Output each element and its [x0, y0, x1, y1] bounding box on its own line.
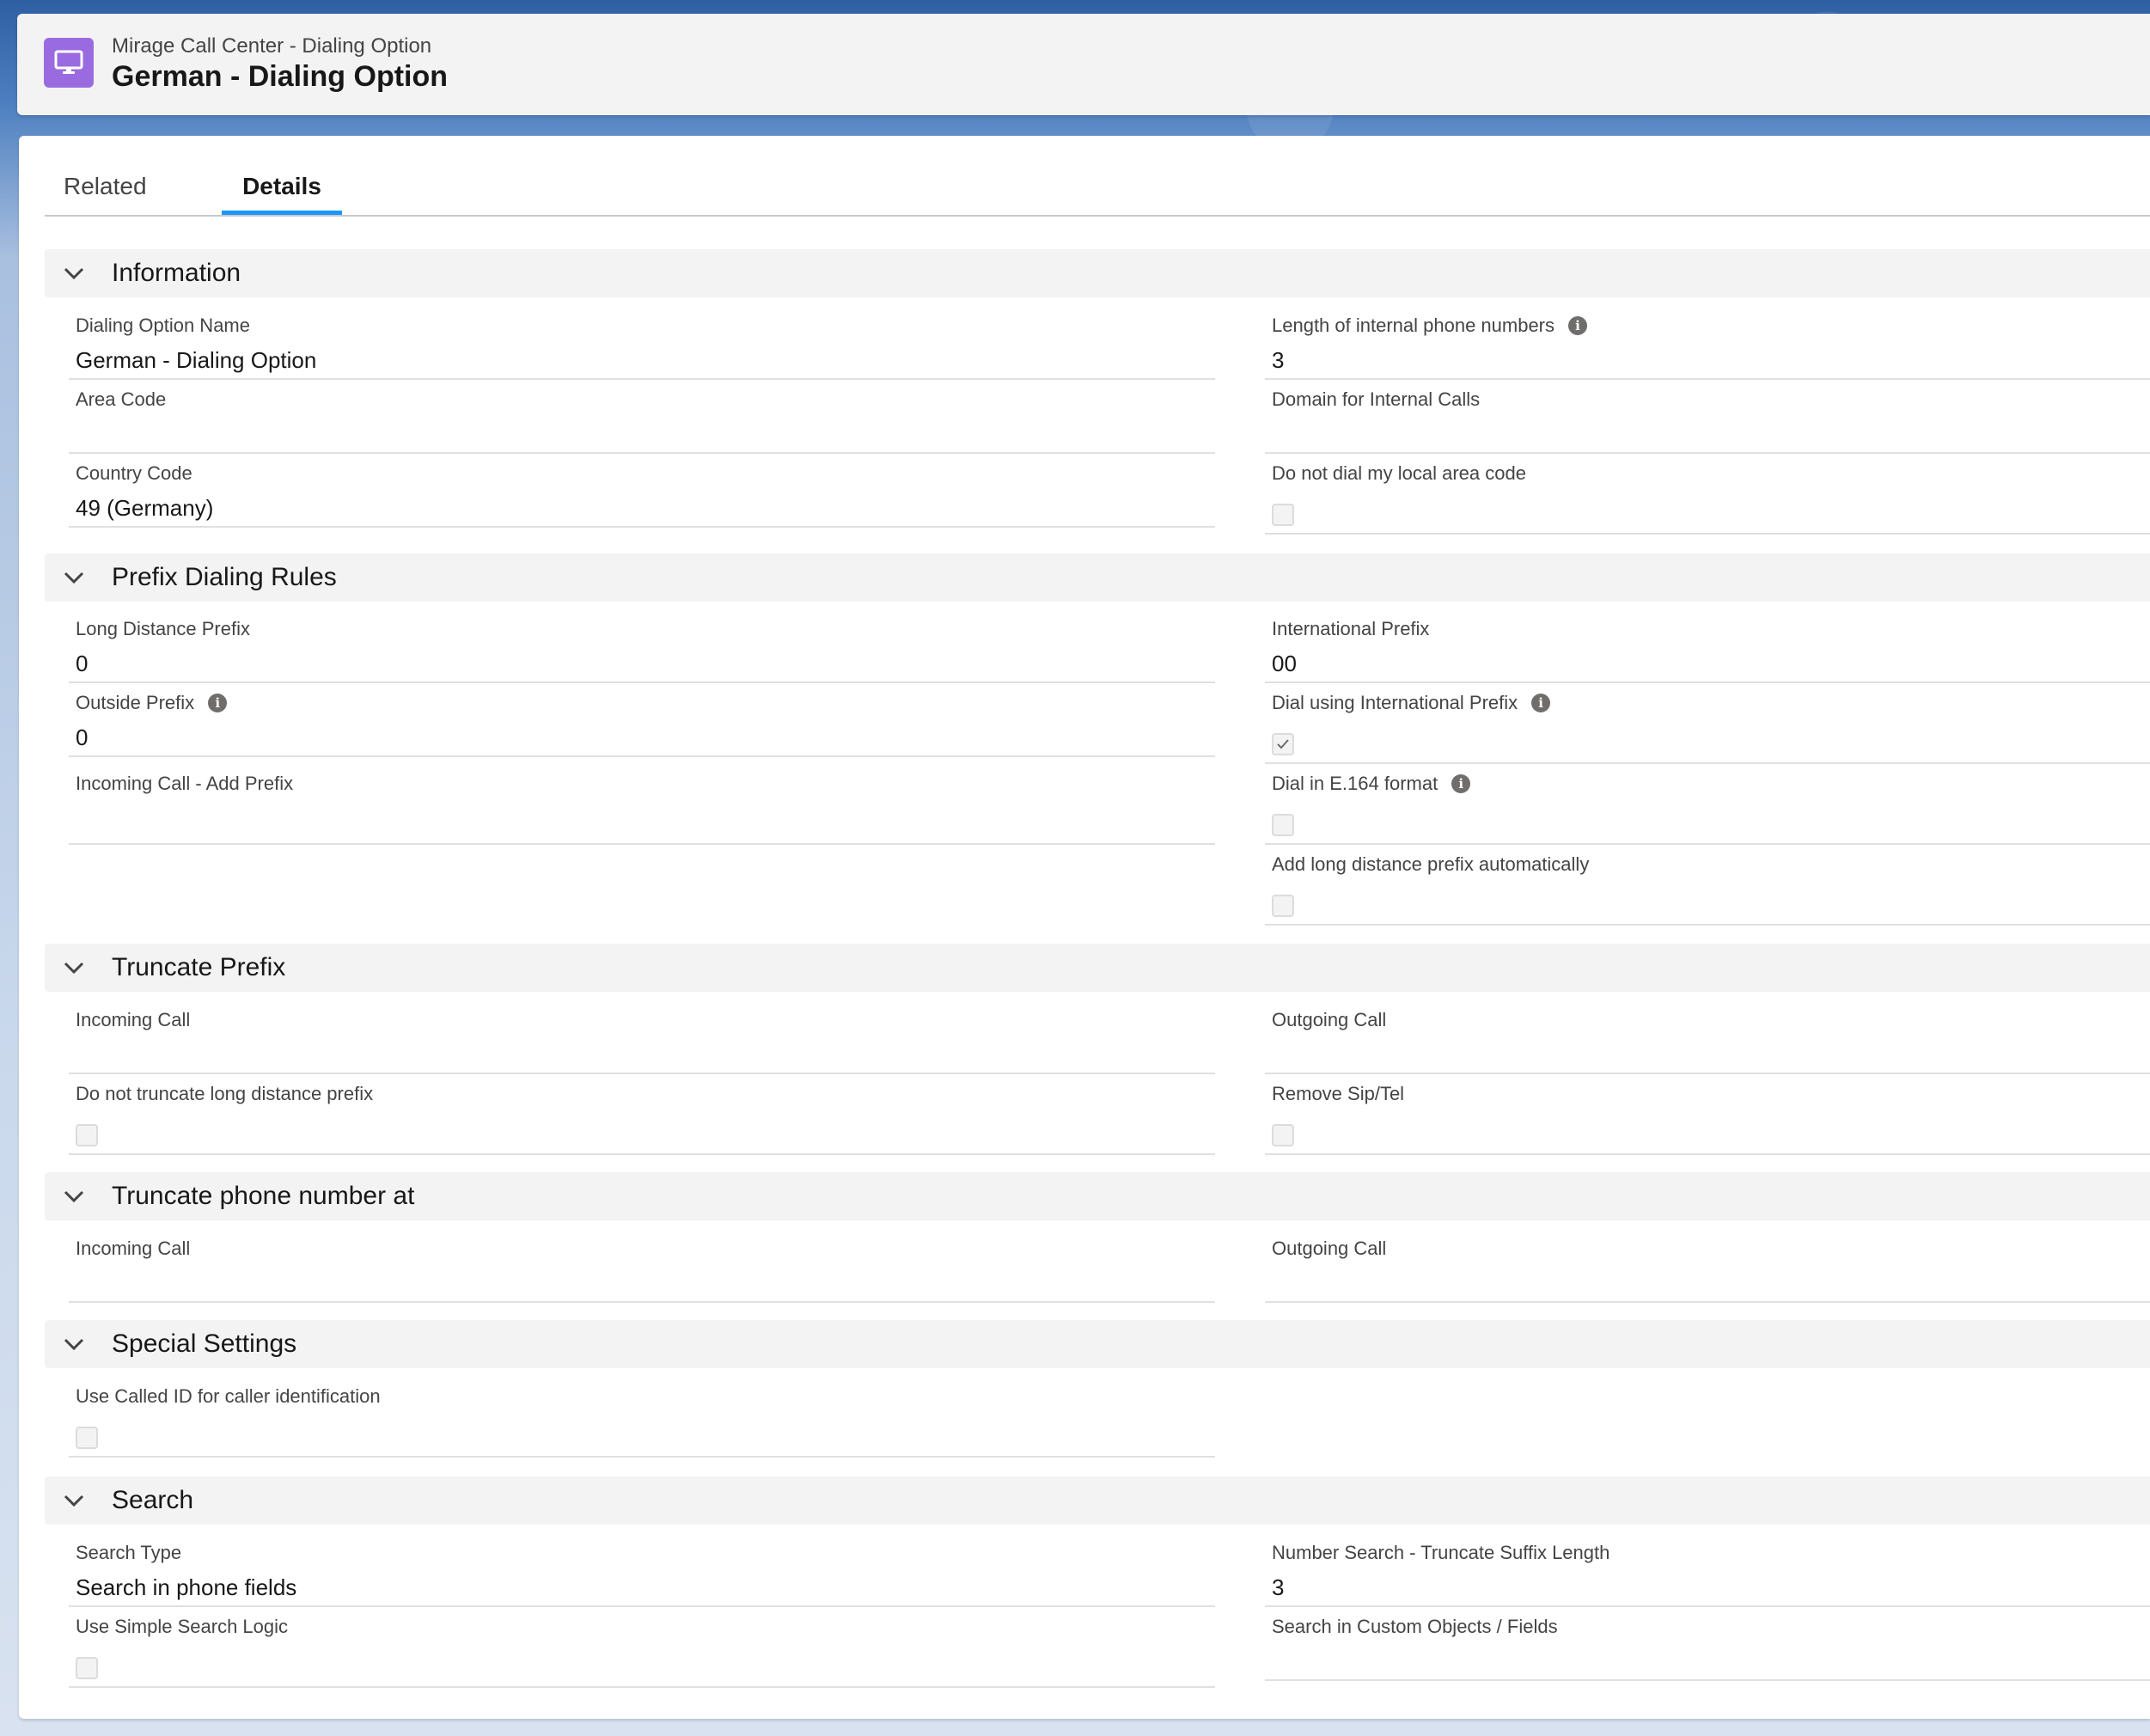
checkmark-icon: [1277, 739, 1289, 749]
checkbox: [1272, 504, 1294, 526]
tab-related[interactable]: Related: [64, 162, 147, 215]
chevron-down-icon: [64, 1338, 84, 1351]
chevron-down-icon: [64, 1495, 84, 1507]
field-label: Length of internal phone numbers: [1272, 315, 1555, 336]
field-use-called-id: Use Called ID for caller identification: [69, 1378, 1215, 1458]
checkbox: [1272, 814, 1294, 836]
field-value: 0: [76, 651, 89, 676]
field-value: 3: [1272, 1574, 1285, 1600]
field-use-simple-search-logic: Use Simple Search Logic: [69, 1609, 1215, 1688]
checkbox: [76, 1427, 98, 1449]
info-icon[interactable]: i: [1531, 694, 1551, 712]
field-domain-internal-calls: Domain for Internal Calls: [1265, 382, 2150, 454]
record-type-label: Mirage Call Center - Dialing Option: [112, 34, 432, 58]
field-value: German - Dialing Option: [76, 347, 317, 373]
field-value: 00: [1272, 651, 1297, 676]
field-label: Outgoing Call: [1272, 1238, 1387, 1259]
checkbox: [1272, 1124, 1294, 1146]
field-long-distance-prefix: Long Distance Prefix 0: [69, 611, 1215, 683]
field-search-type: Search Type Search in phone fields: [69, 1535, 1215, 1607]
field-no-truncate-long-distance: Do not truncate long distance prefix: [69, 1076, 1215, 1155]
chevron-down-icon: [64, 962, 84, 975]
field-length-internal-numbers: Length of internal phone numbers i 3: [1265, 308, 2150, 380]
section-title: Information: [112, 259, 241, 287]
field-label: Search in Custom Objects / Fields: [1272, 1616, 1558, 1637]
field-search-custom-objects: Search in Custom Objects / Fields: [1265, 1609, 2150, 1681]
chevron-down-icon: [64, 267, 84, 280]
field-dialing-option-name: Dialing Option Name German - Dialing Opt…: [69, 308, 1215, 380]
field-truncate-number-incoming: Incoming Call: [69, 1231, 1215, 1303]
field-outside-prefix: Outside Prefix i 0: [69, 685, 1215, 757]
field-add-long-distance-prefix: Add long distance prefix automatically: [1265, 847, 2150, 926]
section-title: Search: [112, 1486, 194, 1514]
field-label: International Prefix: [1272, 618, 1430, 639]
field-label: Incoming Call - Add Prefix: [76, 773, 294, 794]
field-remove-sip-tel: Remove Sip/Tel: [1265, 1076, 2150, 1155]
field-label: Use Called ID for caller identification: [76, 1385, 381, 1407]
field-label: Incoming Call: [76, 1238, 191, 1259]
field-label: Outgoing Call: [1272, 1009, 1387, 1030]
field-label: Long Distance Prefix: [76, 618, 250, 639]
info-icon[interactable]: i: [208, 694, 228, 712]
field-do-not-dial-local: Do not dial my local area code: [1265, 455, 2150, 535]
record-header: Mirage Call Center - Dialing Option Germ…: [17, 14, 2150, 115]
chevron-down-icon: [64, 1190, 84, 1203]
field-dial-international-prefix: Dial using International Prefix i: [1265, 685, 2150, 764]
field-value: 49 (Germany): [76, 495, 214, 521]
field-label: Dialing Option Name: [76, 315, 250, 336]
field-international-prefix: International Prefix 00: [1265, 611, 2150, 683]
section-prefix-dialing-rules[interactable]: Prefix Dialing Rules: [45, 553, 2150, 602]
field-area-code: Area Code: [69, 382, 1215, 454]
section-title: Special Settings: [112, 1330, 297, 1358]
field-label: Country Code: [76, 462, 192, 484]
field-label: Do not truncate long distance prefix: [76, 1083, 374, 1104]
field-label: Outside Prefix: [76, 692, 195, 713]
field-dial-e164: Dial in E.164 format i: [1265, 766, 2150, 845]
field-value: 0: [76, 724, 89, 750]
field-truncate-suffix-length: Number Search - Truncate Suffix Length 3: [1265, 1535, 2150, 1607]
tab-bar: Related Details: [45, 162, 2150, 217]
checkbox: [1272, 895, 1294, 917]
field-label: Dial in E.164 format: [1272, 773, 1438, 794]
field-label: Number Search - Truncate Suffix Length: [1272, 1542, 1610, 1563]
field-country-code: Country Code 49 (Germany): [69, 455, 1215, 528]
checkbox: [76, 1124, 98, 1146]
section-title: Truncate Prefix: [112, 953, 286, 981]
field-value: 3: [1272, 347, 1285, 373]
chevron-down-icon: [64, 572, 84, 584]
field-label: Dial using International Prefix: [1272, 692, 1518, 713]
field-label: Area Code: [76, 388, 167, 410]
field-truncate-number-outgoing: Outgoing Call: [1265, 1231, 2150, 1303]
section-truncate-phone-number[interactable]: Truncate phone number at: [45, 1172, 2150, 1220]
field-truncate-incoming-call: Incoming Call: [69, 1002, 1215, 1074]
field-truncate-outgoing-call: Outgoing Call: [1265, 1002, 2150, 1074]
section-title: Truncate phone number at: [112, 1182, 415, 1210]
field-value: Search in phone fields: [76, 1574, 297, 1600]
checkbox-checked: [1272, 733, 1294, 755]
monitor-icon: [44, 38, 94, 88]
field-label: Domain for Internal Calls: [1272, 388, 1481, 410]
field-label: Incoming Call: [76, 1009, 191, 1030]
section-information[interactable]: Information: [45, 249, 2150, 297]
info-icon[interactable]: i: [1568, 316, 1588, 335]
section-truncate-prefix[interactable]: Truncate Prefix: [45, 944, 2150, 992]
tab-details[interactable]: Details: [222, 162, 342, 215]
field-label: Remove Sip/Tel: [1272, 1083, 1405, 1104]
field-label: Search Type: [76, 1542, 182, 1563]
section-title: Prefix Dialing Rules: [112, 563, 337, 591]
info-icon[interactable]: i: [1451, 774, 1471, 793]
section-special-settings[interactable]: Special Settings: [45, 1320, 2150, 1368]
checkbox: [76, 1657, 98, 1679]
field-incoming-call-add-prefix: Incoming Call - Add Prefix: [69, 766, 1215, 845]
page-title: German - Dialing Option: [112, 60, 449, 93]
field-label: Add long distance prefix automatically: [1272, 853, 1590, 875]
section-search[interactable]: Search: [45, 1476, 2150, 1525]
field-label: Do not dial my local area code: [1272, 462, 1526, 484]
details-card: Related Details Information Dialing Opti…: [19, 136, 2150, 1719]
field-label: Use Simple Search Logic: [76, 1616, 289, 1637]
